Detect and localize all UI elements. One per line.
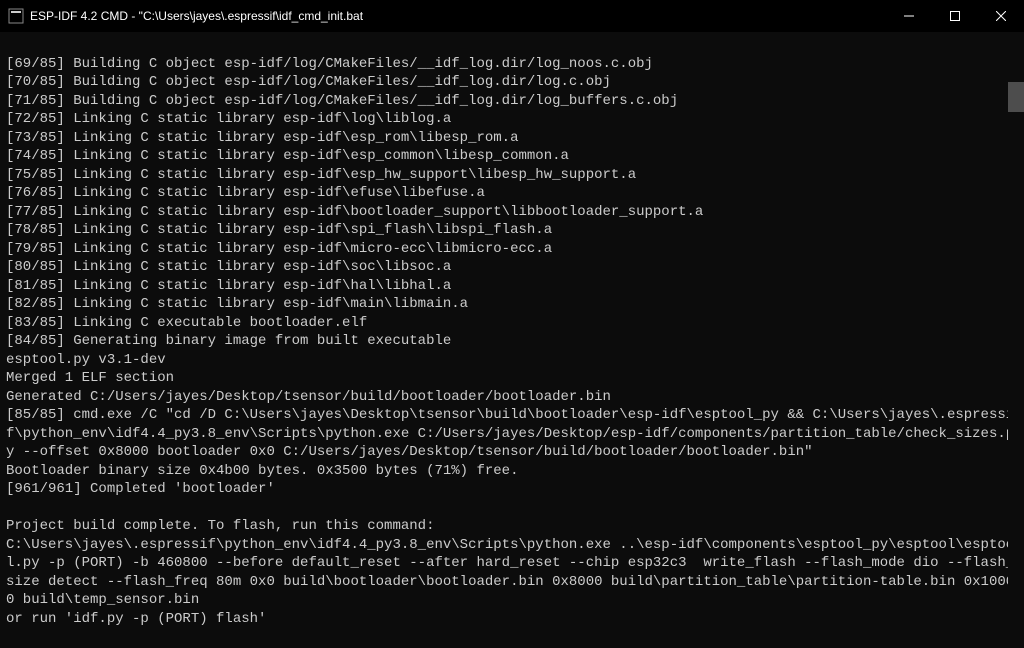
terminal-output[interactable]: [69/85] Building C object esp-idf/log/CM… xyxy=(0,32,1024,648)
terminal-line: [75/85] Linking C static library esp-idf… xyxy=(6,166,1018,185)
terminal-line: [84/85] Generating binary image from bui… xyxy=(6,332,1018,351)
close-button[interactable] xyxy=(978,0,1024,32)
window-controls xyxy=(886,0,1024,32)
terminal-line: Generated C:/Users/jayes/Desktop/tsensor… xyxy=(6,388,1018,407)
terminal-line: [77/85] Linking C static library esp-idf… xyxy=(6,203,1018,222)
terminal-line: [79/85] Linking C static library esp-idf… xyxy=(6,240,1018,259)
terminal-line: [81/85] Linking C static library esp-idf… xyxy=(6,277,1018,296)
terminal-line: [76/85] Linking C static library esp-idf… xyxy=(6,184,1018,203)
terminal-line: [72/85] Linking C static library esp-idf… xyxy=(6,110,1018,129)
terminal-line: Merged 1 ELF section xyxy=(6,369,1018,388)
terminal-line: [83/85] Linking C executable bootloader.… xyxy=(6,314,1018,333)
minimize-button[interactable] xyxy=(886,0,932,32)
terminal-line xyxy=(6,499,1018,518)
terminal-line: [85/85] cmd.exe /C "cd /D C:\Users\jayes… xyxy=(6,406,1018,462)
scrollbar-thumb[interactable] xyxy=(1008,82,1024,112)
terminal-line: [73/85] Linking C static library esp-idf… xyxy=(6,129,1018,148)
terminal-line: [69/85] Building C object esp-idf/log/CM… xyxy=(6,55,1018,74)
terminal-line: [78/85] Linking C static library esp-idf… xyxy=(6,221,1018,240)
window-title: ESP-IDF 4.2 CMD - "C:\Users\jayes\.espre… xyxy=(30,9,363,23)
scrollbar-track[interactable] xyxy=(1008,32,1024,648)
window-titlebar[interactable]: ESP-IDF 4.2 CMD - "C:\Users\jayes\.espre… xyxy=(0,0,1024,32)
terminal-line: [70/85] Building C object esp-idf/log/CM… xyxy=(6,73,1018,92)
terminal-line: [961/961] Completed 'bootloader' xyxy=(6,480,1018,499)
terminal-line xyxy=(6,628,1018,647)
terminal-line: [82/85] Linking C static library esp-idf… xyxy=(6,295,1018,314)
terminal-line: esptool.py v3.1-dev xyxy=(6,351,1018,370)
window-icon xyxy=(8,8,24,24)
terminal-line: [80/85] Linking C static library esp-idf… xyxy=(6,258,1018,277)
terminal-line: [71/85] Building C object esp-idf/log/CM… xyxy=(6,92,1018,111)
titlebar-left: ESP-IDF 4.2 CMD - "C:\Users\jayes\.espre… xyxy=(8,8,363,24)
terminal-line: C:\Users\jayes\.espressif\python_env\idf… xyxy=(6,536,1018,610)
terminal-line: or run 'idf.py -p (PORT) flash' xyxy=(6,610,1018,629)
terminal-line: Project build complete. To flash, run th… xyxy=(6,517,1018,536)
maximize-button[interactable] xyxy=(932,0,978,32)
terminal-line: [74/85] Linking C static library esp-idf… xyxy=(6,147,1018,166)
terminal-line: Bootloader binary size 0x4b00 bytes. 0x3… xyxy=(6,462,1018,481)
